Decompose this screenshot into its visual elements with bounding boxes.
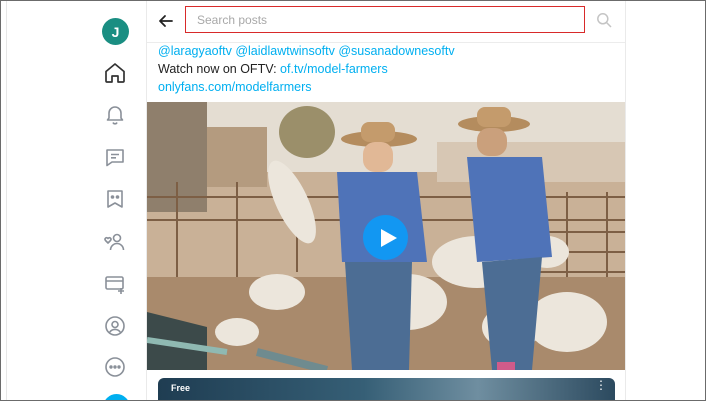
watch-line: Watch now on OFTV: of.tv/model-farmers — [158, 60, 455, 78]
bell-icon[interactable] — [103, 102, 127, 126]
add-card-icon[interactable] — [103, 272, 127, 296]
search-input[interactable] — [186, 7, 584, 32]
feed-column: @laragyaoftv @laidlawtwinsoftv @susanado… — [146, 1, 626, 400]
watch-label: Watch now on OFTV: — [158, 62, 277, 76]
video-player[interactable] — [147, 102, 625, 370]
search-icon[interactable] — [596, 12, 612, 28]
user-avatar[interactable]: J — [102, 18, 129, 45]
mention-link[interactable]: @laidlawtwinsoftv — [235, 44, 335, 58]
home-icon[interactable] — [103, 61, 127, 85]
profile-icon[interactable] — [103, 314, 127, 338]
subscriptions-icon[interactable] — [103, 230, 127, 254]
next-post-preview[interactable]: Free ⋮ — [158, 378, 615, 400]
profile-line: onlyfans.com/modelfarmers — [158, 78, 455, 96]
play-button[interactable] — [363, 215, 408, 260]
free-badge: Free — [171, 383, 191, 393]
messages-icon[interactable] — [103, 145, 127, 169]
mention-link[interactable]: @susanadownesoftv — [338, 44, 454, 58]
oftv-link[interactable]: of.tv/model-farmers — [280, 62, 388, 76]
new-post-button[interactable] — [103, 394, 130, 400]
mention-link[interactable]: @laragyaoftv — [158, 44, 232, 58]
play-icon — [380, 228, 397, 247]
back-arrow-icon[interactable] — [156, 11, 176, 31]
divider — [6, 1, 7, 400]
card-menu-icon[interactable]: ⋮ — [595, 379, 607, 391]
sidebar: J — [89, 1, 141, 400]
more-icon[interactable] — [103, 355, 127, 379]
collections-icon[interactable] — [103, 187, 127, 211]
search-field[interactable] — [185, 6, 585, 33]
app-window: J Search posts @laragyaoftv @laidlawtwin… — [0, 0, 706, 401]
profile-link[interactable]: onlyfans.com/modelfarmers — [158, 80, 312, 94]
post-caption: @laragyaoftv @laidlawtwinsoftv @susanado… — [158, 42, 455, 96]
mentions-line: @laragyaoftv @laidlawtwinsoftv @susanado… — [158, 42, 455, 60]
